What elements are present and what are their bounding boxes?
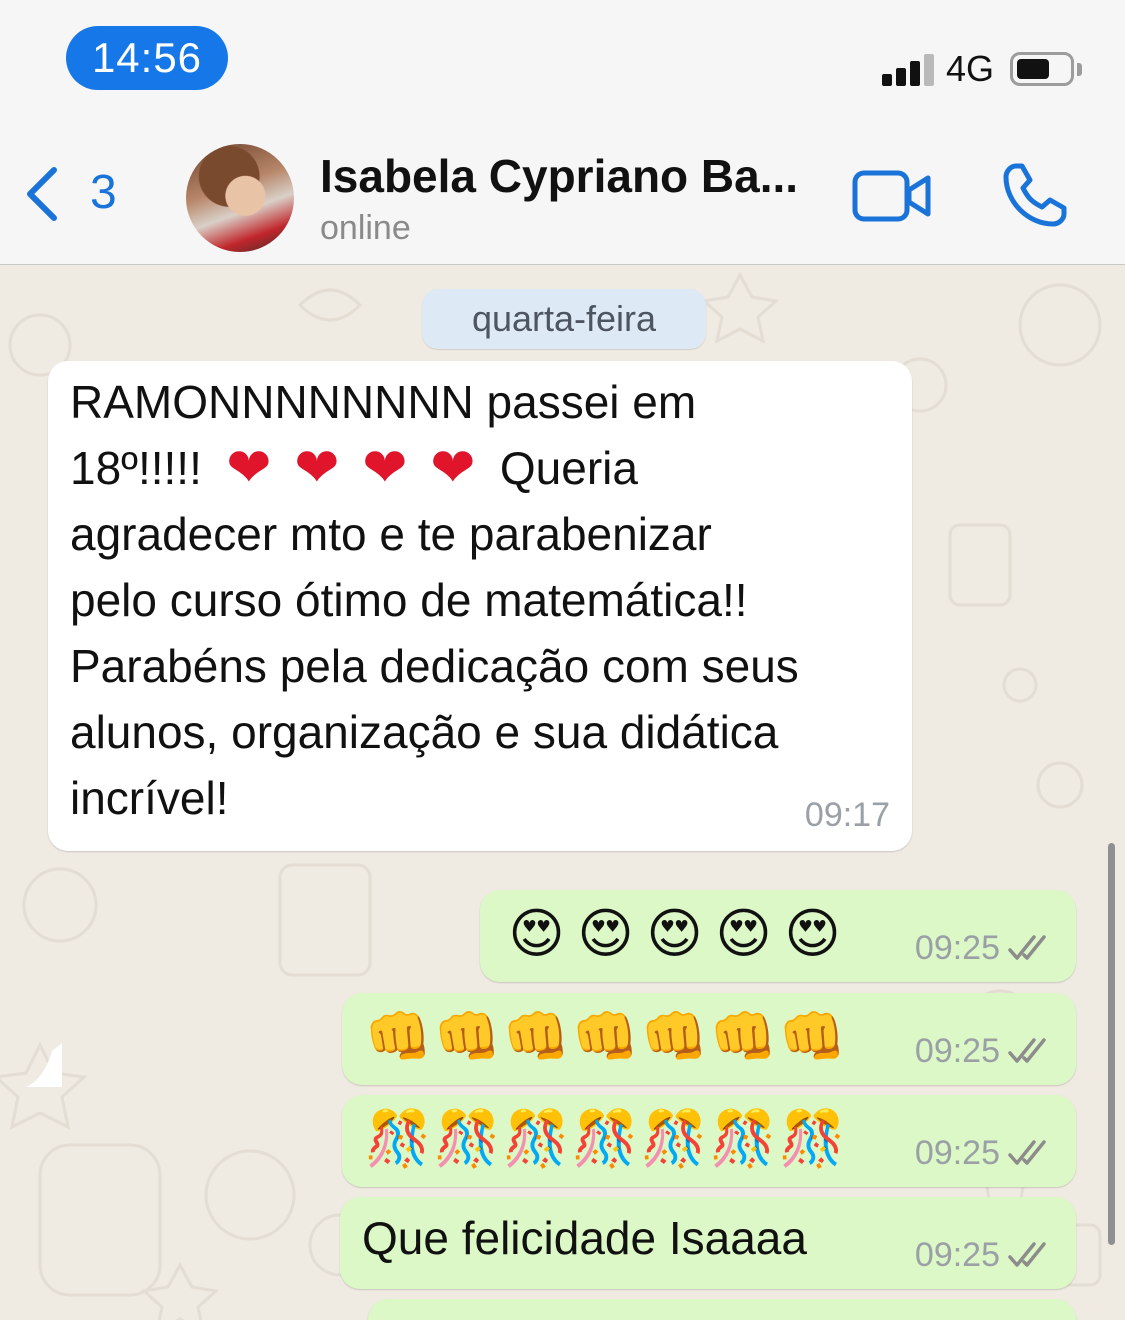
message-time: 09:25 (914, 1236, 1000, 1274)
avatar[interactable] (186, 144, 294, 252)
message-line: Parabéns pela dedicação com seus (70, 640, 799, 692)
read-ticks-icon (1008, 1038, 1046, 1063)
message-line: incrível! (70, 772, 229, 824)
status-bar: 14:56 4G (0, 0, 1125, 118)
incoming-message[interactable]: RAMONNNNNNNN passei em 18º!!!!! ❤ ❤ ❤ ❤ … (48, 361, 912, 851)
fist-emoji-icon: 👊 (433, 1005, 502, 1068)
heart-eyes-emoji-icon: 😍 (577, 902, 634, 965)
heart-eyes-emoji-icon: 😍 (784, 902, 841, 965)
outgoing-message[interactable]: 👊 👊 👊 👊 👊 👊 👊 09:25 (342, 993, 1076, 1085)
chat-area[interactable]: quarta-feira RAMONNNNNNNN passei em 18º!… (0, 265, 1125, 1320)
fist-emoji-icon: 👊 (571, 1005, 640, 1068)
message-line: alunos, organização e sua didática (70, 706, 779, 758)
confetti-ball-emoji-icon: 🎊 (571, 1107, 640, 1170)
confetti-ball-emoji-icon: 🎊 (364, 1107, 433, 1170)
chat-header: 3 Isabela Cypriano Ba... online (0, 118, 1125, 265)
message-line: RAMONNNNNNNN passei em (70, 376, 697, 428)
message-line: 18º!!!!! (70, 442, 202, 494)
unread-count: 3 (90, 166, 117, 219)
voice-call-button[interactable] (1002, 162, 1068, 228)
outgoing-message[interactable]: 🎊 🎊 🎊 🎊 🎊 🎊 🎊 09:25 (342, 1095, 1076, 1187)
red-heart-icon: ❤ (294, 436, 340, 499)
confetti-ball-emoji-icon: 🎊 (709, 1107, 778, 1170)
message-text: Que felicidade Isaaaa (362, 1212, 807, 1264)
fist-emoji-icon: 👊 (709, 1005, 778, 1068)
red-heart-icon: ❤ (226, 436, 272, 499)
message-line: agradecer mto e te parabenizar (70, 508, 712, 560)
confetti-ball-emoji-icon: 🎊 (640, 1107, 709, 1170)
bubble-tail (26, 1043, 62, 1087)
signal-strength-icon (882, 52, 934, 86)
confetti-ball-emoji-icon: 🎊 (502, 1107, 571, 1170)
scrollbar[interactable] (1108, 843, 1115, 1245)
phone-icon (1003, 163, 1067, 227)
battery-icon (1010, 52, 1074, 86)
outgoing-message-partial[interactable] (368, 1299, 1076, 1320)
fist-emoji-icon: 👊 (502, 1005, 571, 1068)
fist-emoji-icon: 👊 (778, 1005, 847, 1068)
read-ticks-icon (1008, 1242, 1046, 1267)
video-camera-icon (852, 170, 931, 222)
heart-eyes-emoji-icon: 😍 (646, 902, 703, 965)
contact-status: online (320, 209, 411, 247)
message-line: pelo curso ótimo de matemática!! (70, 574, 748, 626)
date-separator: quarta-feira (422, 289, 706, 349)
video-call-button[interactable] (852, 168, 932, 224)
fist-emoji-icon: 👊 (640, 1005, 709, 1068)
heart-eyes-emoji-icon: 😍 (508, 902, 565, 965)
message-line: Queria (499, 442, 638, 494)
read-ticks-icon (1008, 1140, 1046, 1165)
message-time: 09:17 (804, 796, 890, 834)
heart-eyes-emoji-icon: 😍 (715, 902, 772, 965)
chevron-left-icon (27, 167, 57, 221)
outgoing-message[interactable]: Que felicidade Isaaaa 09:25 (340, 1197, 1076, 1289)
message-time: 09:25 (914, 1032, 1000, 1070)
back-button[interactable]: 3 (22, 158, 132, 228)
contact-name[interactable]: Isabela Cypriano Ba... (320, 148, 798, 204)
red-heart-icon: ❤ (430, 436, 476, 499)
confetti-ball-emoji-icon: 🎊 (433, 1107, 502, 1170)
network-type: 4G (946, 48, 995, 89)
message-time: 09:25 (914, 1134, 1000, 1172)
confetti-ball-emoji-icon: 🎊 (778, 1107, 847, 1170)
outgoing-message[interactable]: 😍 😍 😍 😍 😍 09:25 (480, 890, 1076, 982)
red-heart-icon: ❤ (362, 436, 408, 499)
read-ticks-icon (1008, 935, 1046, 960)
fist-emoji-icon: 👊 (364, 1005, 433, 1068)
status-time[interactable]: 14:56 (66, 26, 228, 90)
battery-cap (1077, 63, 1082, 76)
message-time: 09:25 (914, 929, 1000, 967)
